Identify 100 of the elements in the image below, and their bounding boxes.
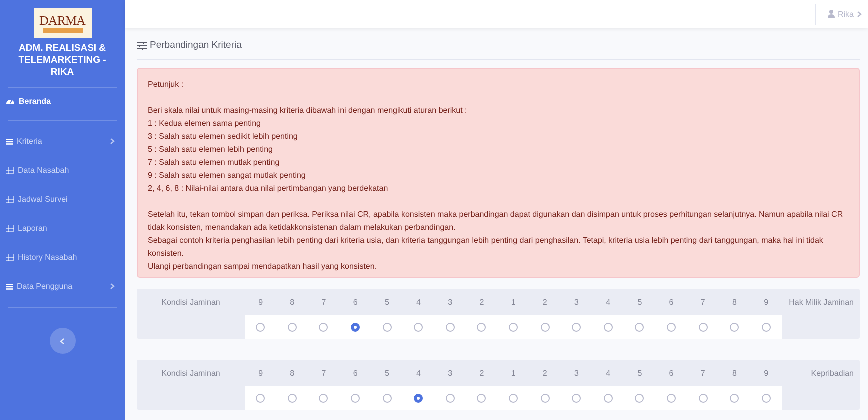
- radio-button[interactable]: [730, 322, 740, 332]
- alert-text: Sebagai contoh kriteria penghasilan lebih penting dari kriteria usia, dan kriteria tanggungan lebih penting dari penghasilan. Tetapi, kriteria usia lebih penting dari tanggungan, maka hal ini tidak konsisten.: [148, 235, 824, 260]
- scale-number: 1: [510, 296, 517, 308]
- radio-button[interactable]: [351, 322, 360, 332]
- alert-text: Setelah itu, tekan tombol simpan dan periksa. Periksa nilai CR, apabila konsisten maka perbandingan dapat digunakan dan disimpan untuk proses perhitungan selanjutnya. Namun apabila nilai CR tidak konsisten, menandakan ada ketidakkonsistenan dalam melakukan perbandingan.: [148, 209, 844, 234]
- sidebar-item[interactable]: Kriteria: [0, 127, 125, 156]
- scale-number: 7: [700, 368, 706, 380]
- scale-number: 4: [605, 368, 612, 380]
- criterion-label: Kondisi Jaminan: [160, 368, 222, 380]
- scale-number: 9: [258, 296, 264, 308]
- scale-number: 3: [574, 368, 580, 380]
- radio-button[interactable]: [540, 394, 550, 402]
- radio-button[interactable]: [414, 394, 424, 402]
- scale-rule: 2, 4, 6, 8 : Nilai-nilai antara dua nilai pertimbangan yang berdekatan: [148, 183, 390, 195]
- sidebar-item[interactable]: Laporan: [0, 214, 125, 243]
- radio-button[interactable]: [351, 394, 360, 402]
- scale-number: 6: [668, 296, 675, 308]
- scale-number: 8: [731, 368, 738, 380]
- sidebar-title: ADM. REALISASI & TELEMARKETING - RIKA: [8, 38, 117, 88]
- user-icon: [828, 10, 835, 18]
- radio-button[interactable]: [667, 394, 676, 402]
- scale-number: 4: [416, 296, 422, 308]
- scale-number: 8: [731, 296, 738, 308]
- radio-button[interactable]: [604, 322, 613, 332]
- sidebar-item[interactable]: Beranda: [0, 88, 125, 114]
- radio-button[interactable]: [256, 394, 266, 402]
- scale-number: 6: [352, 368, 359, 380]
- scale-number: 4: [416, 368, 422, 380]
- radio-button[interactable]: [698, 394, 708, 402]
- table-icon: [6, 254, 14, 261]
- criterion-label: Kondisi Jaminan: [160, 296, 222, 308]
- scale-number: 5: [384, 368, 390, 380]
- radio-button[interactable]: [540, 322, 550, 332]
- scale-number: 2: [478, 296, 486, 308]
- radio-button[interactable]: [572, 394, 582, 402]
- scale-number: 5: [636, 296, 644, 308]
- scale-number: 2: [478, 368, 486, 380]
- criterion-label: Kepribadian: [810, 368, 855, 380]
- scale-number: 3: [447, 368, 454, 380]
- radio-button[interactable]: [604, 394, 613, 402]
- radio-button[interactable]: [288, 394, 297, 402]
- radio-button[interactable]: [477, 394, 486, 402]
- radio-button[interactable]: [698, 322, 708, 332]
- radio-button[interactable]: [446, 394, 455, 402]
- chevron-right-icon: [110, 283, 115, 290]
- scale-number: 7: [320, 296, 328, 308]
- radio-button[interactable]: [572, 322, 582, 332]
- sidebar-item[interactable]: Jadwal Survei: [0, 185, 125, 214]
- radio-button[interactable]: [382, 322, 392, 332]
- sidebar-item[interactable]: History Nasabah: [0, 243, 125, 272]
- page-title: Perbandingan Kriteria: [150, 40, 242, 51]
- sidebar-item[interactable]: Data Pengguna: [0, 272, 125, 301]
- sidebar-toggle-button[interactable]: [50, 328, 76, 354]
- scale-number: 7: [700, 296, 706, 308]
- radio-button[interactable]: [414, 322, 424, 332]
- radio-button[interactable]: [635, 322, 644, 332]
- radio-button[interactable]: [762, 322, 771, 332]
- radio-button[interactable]: [256, 322, 266, 332]
- radio-button[interactable]: [477, 322, 486, 332]
- radio-button[interactable]: [288, 322, 297, 332]
- scale-number: 3: [574, 296, 580, 308]
- table-icon: [6, 167, 14, 174]
- scale-number: 5: [636, 368, 644, 380]
- scale-rule: 5 : Salah satu elemen lebih penting: [148, 144, 274, 156]
- scale-number: 6: [352, 296, 359, 308]
- scale-number: 9: [258, 368, 264, 380]
- alert-heading: Petunjuk :: [148, 79, 185, 91]
- scale-number: 7: [320, 368, 328, 380]
- radio-button[interactable]: [319, 322, 328, 332]
- radio-button[interactable]: [762, 394, 771, 402]
- radio-button[interactable]: [730, 394, 740, 402]
- chevron-left-icon: [60, 338, 65, 344]
- radio-button[interactable]: [382, 394, 392, 402]
- radio-button[interactable]: [667, 322, 676, 332]
- alert-text: Beri skala nilai untuk masing-masing kriteria dibawah ini dengan mengikuti aturan berikut :: [148, 105, 468, 117]
- scale-number: 3: [447, 296, 454, 308]
- menu-icon: [6, 284, 13, 290]
- menu-icon: [6, 138, 13, 144]
- logo: DARMA: [34, 8, 92, 38]
- scale-number: 2: [542, 296, 548, 308]
- scale-rule: 7 : Salah satu elemen mutlak penting: [148, 157, 281, 169]
- scale-number: 6: [668, 368, 675, 380]
- radio-button[interactable]: [635, 394, 644, 402]
- scale-number: 8: [289, 296, 296, 308]
- chevron-right-icon: [110, 138, 115, 145]
- sidebar-item[interactable]: Data Nasabah: [0, 156, 125, 185]
- scale-number: 4: [605, 296, 612, 308]
- radio-button[interactable]: [319, 394, 328, 402]
- scale-number: 2: [542, 368, 548, 380]
- radio-button[interactable]: [446, 322, 455, 332]
- scale-rule: 1 : Kedua elemen sama penting: [148, 118, 262, 130]
- scale-number: 5: [384, 296, 390, 308]
- radio-button[interactable]: [509, 322, 518, 332]
- table-icon: [6, 225, 14, 232]
- table-icon: [6, 196, 14, 203]
- chevron-right-icon: [857, 10, 862, 18]
- gauge-icon: [6, 97, 15, 105]
- user-menu[interactable]: Rika: [814, 4, 868, 24]
- radio-button[interactable]: [509, 394, 518, 402]
- criterion-label: Hak Milik Jaminan: [788, 296, 855, 308]
